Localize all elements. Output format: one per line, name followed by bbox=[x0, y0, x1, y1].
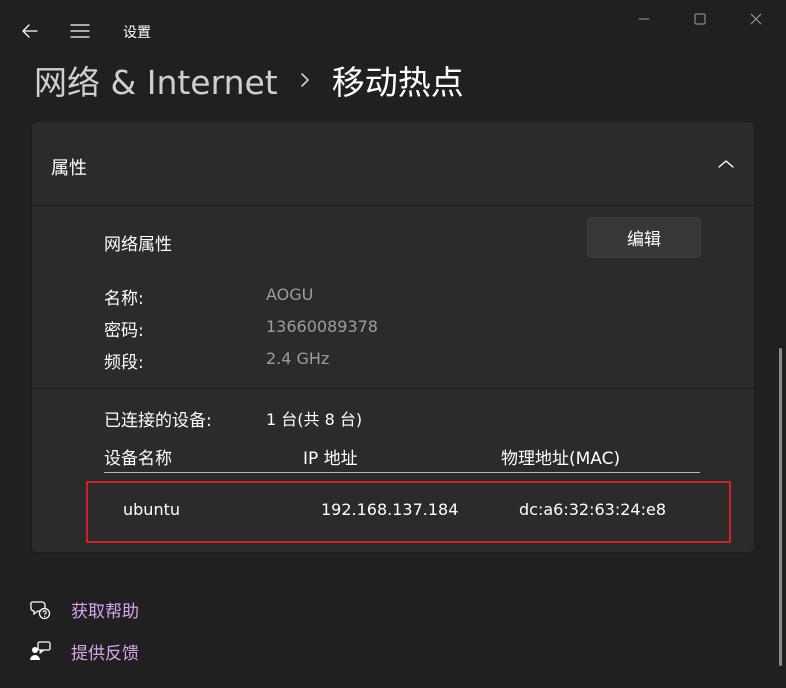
help-chat-icon bbox=[28, 597, 52, 621]
column-header-device-name: 设备名称 bbox=[104, 449, 172, 469]
feedback-icon bbox=[28, 639, 52, 663]
connected-devices-label: 已连接的设备: bbox=[104, 411, 212, 431]
back-arrow-icon bbox=[22, 24, 38, 38]
minimize-button[interactable] bbox=[626, 4, 662, 34]
band-value: 2.4 GHz bbox=[266, 349, 330, 368]
mac-address-cell: dc:a6:32:63:24:e8 bbox=[519, 500, 666, 519]
settings-window: 设置 网络 & Internet 移动热点 属性 网络属性 编辑 名称: AOG… bbox=[0, 0, 786, 688]
back-button[interactable] bbox=[14, 16, 46, 46]
minimize-icon bbox=[639, 18, 649, 20]
hamburger-menu-icon bbox=[70, 24, 90, 38]
title-bar: 设置 bbox=[0, 0, 786, 44]
scrollbar-thumb[interactable] bbox=[779, 348, 782, 666]
section-divider bbox=[32, 388, 754, 389]
password-label: 密码: bbox=[104, 321, 144, 341]
network-properties-label: 网络属性 bbox=[104, 235, 172, 255]
page-title: 移动热点 bbox=[331, 63, 464, 102]
close-window-button[interactable] bbox=[738, 4, 774, 34]
table-row[interactable]: ubuntu 192.168.137.184 dc:a6:32:63:24:e8 bbox=[86, 481, 731, 543]
connected-devices-count: 1 台(共 8 台) bbox=[266, 410, 363, 429]
properties-title: 属性 bbox=[51, 158, 87, 179]
properties-card-header[interactable]: 属性 bbox=[32, 122, 754, 206]
get-help-label: 获取帮助 bbox=[71, 601, 139, 622]
password-value: 13660089378 bbox=[266, 317, 378, 336]
maximize-button[interactable] bbox=[682, 4, 718, 34]
close-icon bbox=[750, 13, 762, 25]
ip-address-cell: 192.168.137.184 bbox=[321, 500, 459, 519]
properties-card: 属性 网络属性 编辑 名称: AOGU 密码: 13660089378 频段: … bbox=[31, 121, 755, 553]
device-name-cell: ubuntu bbox=[123, 500, 180, 519]
column-header-mac-address: 物理地址(MAC) bbox=[501, 449, 621, 469]
breadcrumb-parent-link[interactable]: 网络 & Internet bbox=[34, 56, 278, 104]
table-header-divider bbox=[104, 472, 700, 473]
give-feedback-link[interactable]: 提供反馈 bbox=[28, 637, 139, 665]
give-feedback-label: 提供反馈 bbox=[71, 643, 139, 664]
navigation-menu-button[interactable] bbox=[64, 16, 96, 46]
breadcrumb: 网络 & Internet 移动热点 bbox=[34, 56, 464, 104]
collapse-button[interactable] bbox=[712, 150, 740, 178]
band-label: 频段: bbox=[104, 353, 144, 373]
chevron-right-icon bbox=[300, 72, 310, 88]
edit-button[interactable]: 编辑 bbox=[587, 217, 701, 258]
name-value: AOGU bbox=[266, 285, 314, 304]
app-title: 设置 bbox=[123, 25, 151, 41]
maximize-icon bbox=[694, 13, 706, 25]
name-label: 名称: bbox=[104, 289, 144, 309]
get-help-link[interactable]: 获取帮助 bbox=[28, 595, 139, 623]
column-header-ip-address: IP 地址 bbox=[303, 449, 358, 469]
chevron-up-icon bbox=[718, 160, 734, 168]
